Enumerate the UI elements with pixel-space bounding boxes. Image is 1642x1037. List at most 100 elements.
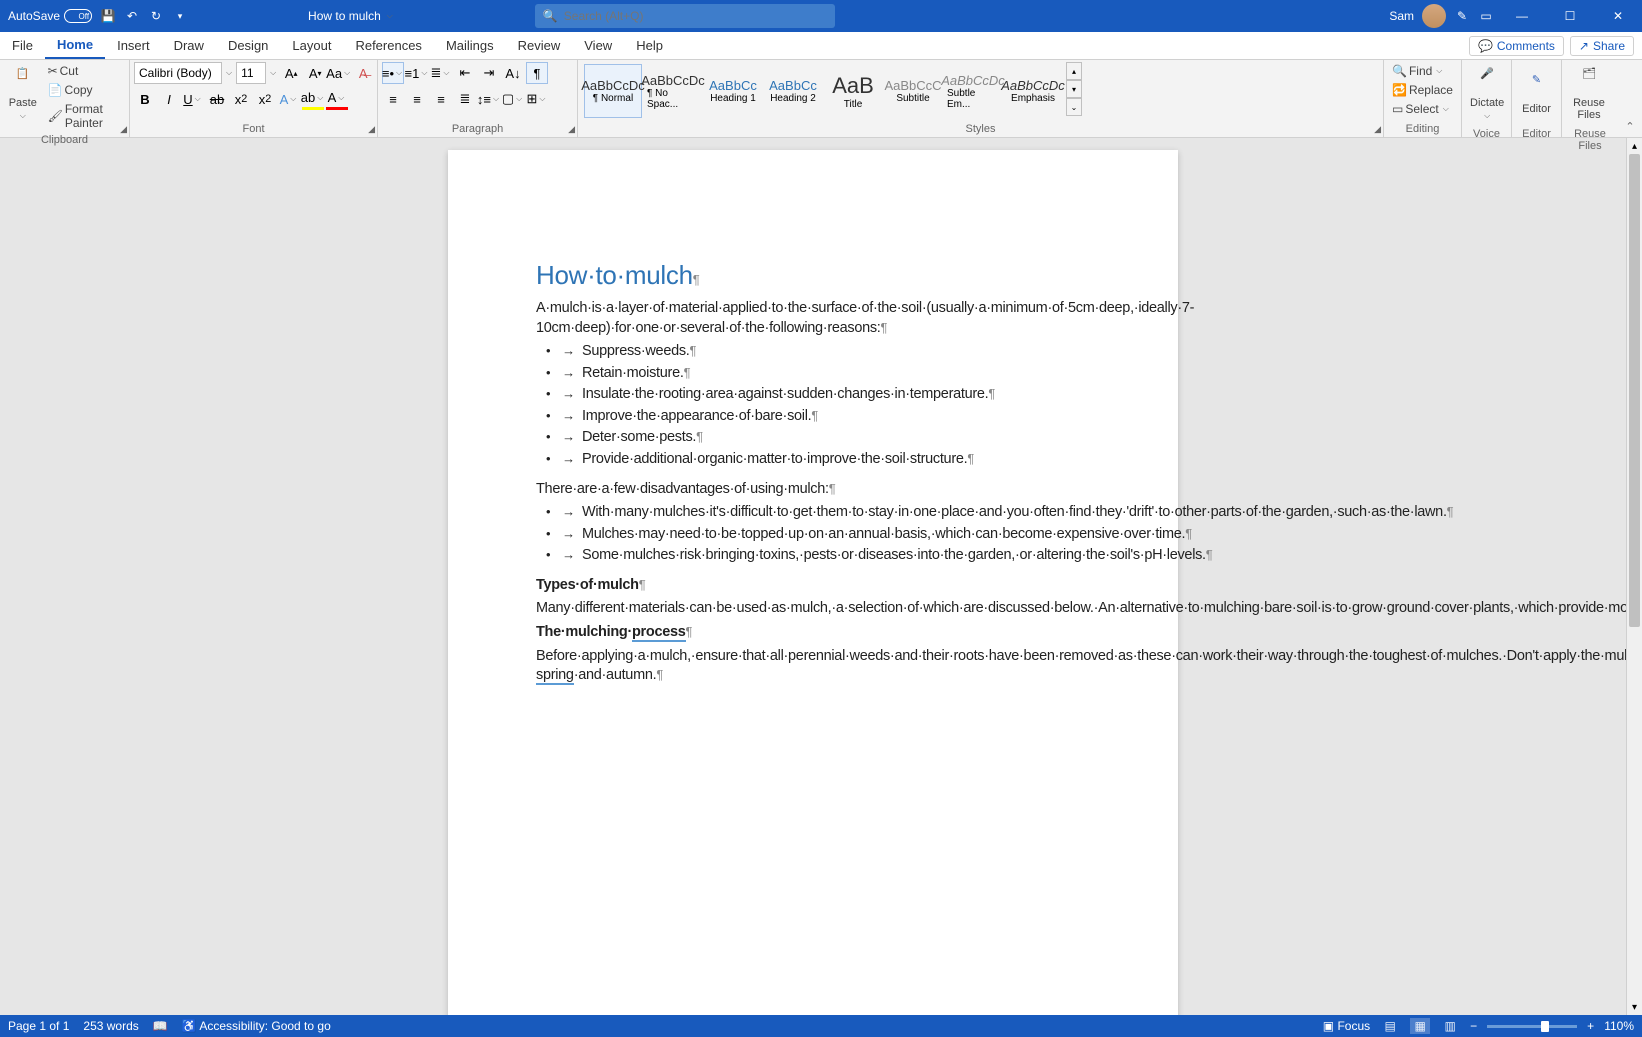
share-button[interactable]: ↗ Share [1570, 36, 1634, 56]
underline-button[interactable]: U⌵ [182, 88, 204, 110]
read-mode-icon[interactable]: ▤ [1380, 1018, 1400, 1034]
tab-references[interactable]: References [343, 32, 433, 59]
tab-review[interactable]: Review [506, 32, 573, 59]
scroll-down-icon[interactable]: ▾ [1627, 999, 1642, 1015]
list-item[interactable]: Provide·additional·organic·matter·to·imp… [564, 450, 1090, 470]
list-item[interactable]: With·many·mulches·it's·difficult·to·get·… [564, 503, 1090, 523]
format-painter-button[interactable]: 🖌Format Painter [44, 100, 125, 132]
list-item[interactable]: Insulate·the·rooting·area·against·sudden… [564, 385, 1090, 405]
doc-list-disadvantages[interactable]: With·many·mulches·it's·difficult·to·get·… [564, 503, 1090, 566]
comments-button[interactable]: 💬 Comments [1469, 36, 1564, 56]
minimize-button[interactable]: — [1502, 0, 1542, 32]
close-button[interactable]: ✕ [1598, 0, 1638, 32]
redo-icon[interactable]: ↻ [148, 8, 164, 24]
style-heading1[interactable]: AaBbCcHeading 1 [704, 64, 762, 118]
spell-check-icon[interactable]: 📖 [153, 1019, 168, 1033]
tab-view[interactable]: View [572, 32, 624, 59]
style-heading2[interactable]: AaBbCcHeading 2 [764, 64, 822, 118]
strikethrough-button[interactable]: ab [206, 88, 228, 110]
reuse-files-button[interactable]: 🗂Reuse Files [1566, 62, 1612, 126]
style-title[interactable]: AaBTitle [824, 64, 882, 118]
line-spacing-button[interactable]: ↕≡⌵ [478, 88, 500, 110]
doc-paragraph[interactable]: Many·different·materials·can·be·used·as·… [536, 599, 1090, 619]
tab-home[interactable]: Home [45, 32, 105, 59]
numbering-button[interactable]: ≡1⌵ [406, 62, 428, 84]
cut-button[interactable]: ✂Cut [44, 62, 125, 80]
word-count[interactable]: 253 words [83, 1019, 138, 1033]
align-left-button[interactable]: ≡ [382, 88, 404, 110]
paste-button[interactable]: 📋 Paste⌵ [4, 62, 42, 126]
justify-button[interactable]: ≣ [454, 88, 476, 110]
style-normal[interactable]: AaBbCcDc¶ Normal [584, 64, 642, 118]
list-item[interactable]: Suppress·weeds. [564, 342, 1090, 362]
autosave-toggle[interactable]: AutoSave Off [8, 9, 92, 23]
paragraph-dialog-launcher[interactable]: ◢ [568, 124, 575, 135]
italic-button[interactable]: I [158, 88, 180, 110]
tab-mailings[interactable]: Mailings [434, 32, 506, 59]
scroll-up-icon[interactable]: ▴ [1627, 138, 1642, 154]
font-size-input[interactable] [236, 62, 266, 84]
font-color-button[interactable]: A⌵ [326, 88, 348, 110]
clear-formatting-button[interactable]: A̶ [352, 62, 374, 84]
tab-help[interactable]: Help [624, 32, 675, 59]
maximize-button[interactable]: ☐ [1550, 0, 1590, 32]
highlight-button[interactable]: ab⌵ [302, 88, 324, 110]
styles-scroll[interactable]: ▴▾⌄ [1066, 62, 1082, 116]
decrease-indent-button[interactable]: ⇤ [454, 62, 476, 84]
multilevel-button[interactable]: ≣⌵ [430, 62, 452, 84]
tab-layout[interactable]: Layout [280, 32, 343, 59]
select-button[interactable]: ▭Select⌵ [1388, 100, 1455, 118]
tab-insert[interactable]: Insert [105, 32, 162, 59]
customize-qat-icon[interactable]: ▾ [172, 8, 188, 24]
zoom-level[interactable]: 110% [1604, 1019, 1634, 1033]
user-avatar[interactable] [1422, 4, 1446, 28]
clipboard-dialog-launcher[interactable]: ◢ [120, 124, 127, 135]
font-dialog-launcher[interactable]: ◢ [368, 124, 375, 135]
shrink-font-button[interactable]: A▾ [304, 62, 326, 84]
list-item[interactable]: Mulches·may·need·to·be·topped·up·on·an·a… [564, 525, 1090, 545]
editor-button[interactable]: ✎Editor [1516, 62, 1557, 126]
collapse-ribbon-icon[interactable]: ⌃ [1625, 120, 1634, 133]
tab-draw[interactable]: Draw [162, 32, 216, 59]
document-title[interactable]: How to mulch ⌵ [308, 9, 395, 23]
font-name-input[interactable] [134, 62, 222, 84]
sort-button[interactable]: A↓ [502, 62, 524, 84]
style-subtle-emphasis[interactable]: AaBbCcDcSubtle Em... [944, 64, 1002, 118]
align-center-button[interactable]: ≡ [406, 88, 428, 110]
borders-button[interactable]: ⊞⌵ [526, 88, 548, 110]
ribbon-display-icon[interactable]: ▭ [1478, 8, 1494, 24]
bullets-button[interactable]: ≡•⌵ [382, 62, 404, 84]
change-case-button[interactable]: Aa⌵ [328, 62, 350, 84]
superscript-button[interactable]: x2 [254, 88, 276, 110]
undo-icon[interactable]: ↶ [124, 8, 140, 24]
vertical-scrollbar[interactable]: ▴ ▾ [1626, 138, 1642, 1015]
zoom-in-button[interactable]: + [1587, 1019, 1594, 1033]
list-item[interactable]: Some·mulches·risk·bringing·toxins,·pests… [564, 546, 1090, 566]
zoom-slider[interactable] [1487, 1025, 1577, 1028]
shading-button[interactable]: ▢⌵ [502, 88, 524, 110]
replace-button[interactable]: 🔁Replace [1388, 81, 1457, 99]
zoom-out-button[interactable]: − [1470, 1019, 1477, 1033]
chevron-down-icon[interactable]: ⌵ [224, 68, 234, 78]
doc-list-advantages[interactable]: Suppress·weeds. Retain·moisture. Insulat… [564, 342, 1090, 469]
copy-button[interactable]: 📄Copy [44, 81, 125, 99]
page-indicator[interactable]: Page 1 of 1 [8, 1019, 69, 1033]
doc-paragraph[interactable]: Before·applying·a·mulch,·ensure·that·all… [536, 647, 1090, 686]
tab-design[interactable]: Design [216, 32, 280, 59]
list-item[interactable]: Deter·some·pests. [564, 428, 1090, 448]
accessibility-status[interactable]: ♿ Accessibility: Good to go [182, 1019, 331, 1033]
doc-heading-types[interactable]: Types·of·mulch [536, 576, 1090, 596]
coming-soon-icon[interactable]: ✎ [1454, 8, 1470, 24]
list-item[interactable]: Improve·the·appearance·of·bare·soil. [564, 407, 1090, 427]
search-box[interactable]: 🔍 [535, 4, 835, 28]
scroll-thumb[interactable] [1629, 154, 1640, 627]
doc-paragraph[interactable]: A·mulch·is·a·layer·of·material·applied·t… [536, 299, 1090, 338]
doc-paragraph[interactable]: There·are·a·few·disadvantages·of·using·m… [536, 480, 1090, 500]
focus-mode-button[interactable]: ▣ Focus [1323, 1019, 1370, 1033]
doc-title[interactable]: How·to·mulch [536, 258, 1090, 293]
show-hide-button[interactable]: ¶ [526, 62, 548, 84]
increase-indent-button[interactable]: ⇥ [478, 62, 500, 84]
page-scroll[interactable]: How·to·mulch A·mulch·is·a·layer·of·mater… [0, 138, 1626, 1015]
print-layout-icon[interactable]: ▦ [1410, 1018, 1430, 1034]
dictate-button[interactable]: 🎤Dictate⌵ [1466, 62, 1508, 126]
